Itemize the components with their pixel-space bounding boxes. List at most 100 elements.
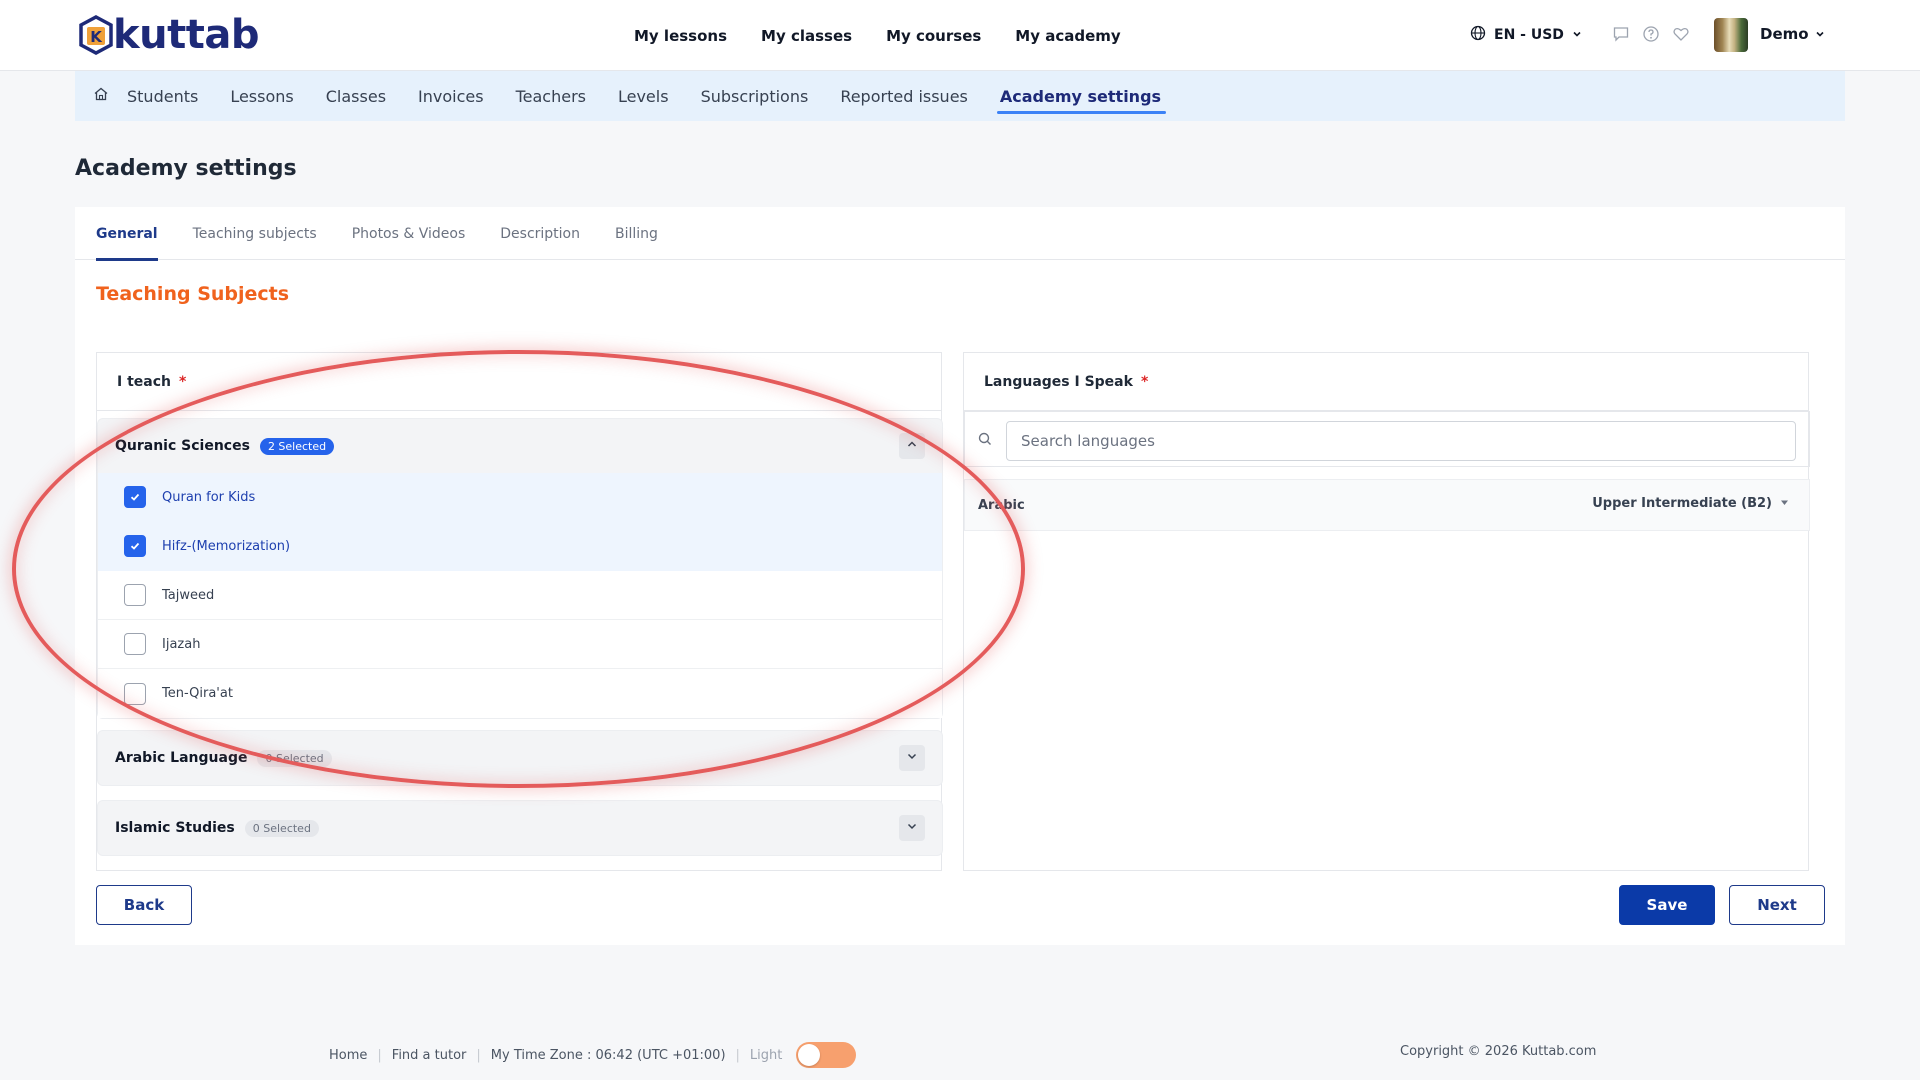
selected-count-badge: 2 Selected bbox=[259, 437, 335, 455]
selected-count-badge: 0 Selected bbox=[244, 819, 319, 837]
kuttab-logo[interactable]: K kuttab bbox=[77, 14, 259, 56]
expand-button[interactable] bbox=[899, 745, 925, 771]
nav-my-courses[interactable]: My courses bbox=[886, 27, 981, 45]
chevron-down-icon bbox=[1572, 27, 1582, 43]
checkbox[interactable] bbox=[124, 633, 146, 655]
tab-general[interactable]: General bbox=[96, 207, 158, 261]
chevron-down-icon bbox=[1815, 25, 1825, 43]
subject-label: Quran for Kids bbox=[162, 489, 256, 505]
next-button[interactable]: Next bbox=[1729, 885, 1825, 925]
languages-panel-header: Languages I Speak * bbox=[964, 353, 1808, 411]
search-input[interactable] bbox=[1006, 421, 1796, 461]
list-item[interactable]: Quran for Kids bbox=[98, 473, 942, 522]
section-title: Teaching Subjects bbox=[96, 283, 290, 305]
nav-my-academy[interactable]: My academy bbox=[1015, 27, 1120, 45]
subnav-subscriptions[interactable]: Subscriptions bbox=[701, 71, 809, 121]
logo-mark-icon: K bbox=[77, 15, 115, 55]
group-header[interactable]: Arabic Language 0 Selected bbox=[98, 731, 942, 785]
copyright-text: Copyright © 2026 Kuttab.com bbox=[1400, 1044, 1597, 1059]
nav-my-classes[interactable]: My classes bbox=[761, 27, 852, 45]
help-icon[interactable] bbox=[1642, 25, 1660, 43]
avatar[interactable] bbox=[1714, 18, 1748, 52]
list-item[interactable]: Ten-Qira'at bbox=[98, 669, 942, 718]
settings-tabs: General Teaching subjects Photos & Video… bbox=[75, 207, 1845, 261]
chat-icon[interactable] bbox=[1612, 25, 1630, 43]
group-header[interactable]: Islamic Studies 0 Selected bbox=[98, 801, 942, 855]
subnav-classes[interactable]: Classes bbox=[326, 71, 386, 121]
language-row: Arabic Upper Intermediate (B2) bbox=[964, 479, 1810, 531]
required-mark: * bbox=[178, 373, 187, 390]
subject-label: Ijazah bbox=[162, 636, 201, 652]
subnav-levels[interactable]: Levels bbox=[618, 71, 669, 121]
academy-subnav: Students Lessons Classes Invoices Teache… bbox=[75, 71, 1845, 121]
tab-billing[interactable]: Billing bbox=[615, 207, 658, 260]
home-link[interactable] bbox=[75, 86, 127, 106]
theme-toggle[interactable] bbox=[796, 1042, 857, 1068]
languages-panel: Languages I Speak * Arabic Upper Interme… bbox=[963, 352, 1810, 871]
group-header[interactable]: Quranic Sciences 2 Selected bbox=[98, 419, 942, 473]
list-item[interactable]: Hifz-(Memorization) bbox=[98, 522, 942, 571]
subnav-reported-issues[interactable]: Reported issues bbox=[840, 71, 968, 121]
user-menu[interactable]: Demo bbox=[1760, 25, 1825, 43]
back-button[interactable]: Back bbox=[96, 885, 192, 925]
separator: | bbox=[476, 1047, 481, 1063]
separator: | bbox=[377, 1047, 382, 1063]
main-nav: My lessons My classes My courses My acad… bbox=[634, 0, 1121, 71]
expand-button[interactable] bbox=[899, 815, 925, 841]
subnav-students[interactable]: Students bbox=[127, 71, 198, 121]
theme-label: Light bbox=[749, 1047, 783, 1063]
tab-teaching-subjects[interactable]: Teaching subjects bbox=[193, 207, 317, 260]
tab-description[interactable]: Description bbox=[500, 207, 580, 260]
language-level-value: Upper Intermediate (B2) bbox=[1592, 496, 1772, 511]
required-mark: * bbox=[1140, 373, 1149, 390]
group-name: Arabic Language bbox=[115, 750, 248, 766]
language-search-bar bbox=[964, 411, 1810, 467]
chevron-up-icon bbox=[906, 438, 918, 454]
chevron-down-icon bbox=[906, 820, 918, 836]
languages-label: Languages I Speak bbox=[984, 373, 1133, 390]
list-item[interactable]: Tajweed bbox=[98, 571, 942, 620]
subnav-invoices[interactable]: Invoices bbox=[418, 71, 484, 121]
subject-list: Quran for Kids Hifz-(Memorization) Tajwe… bbox=[98, 473, 942, 718]
subject-label: Hifz-(Memorization) bbox=[162, 538, 291, 554]
toggle-knob bbox=[798, 1044, 821, 1066]
subnav-teachers[interactable]: Teachers bbox=[516, 71, 586, 121]
subject-label: Tajweed bbox=[162, 587, 215, 603]
check-icon bbox=[130, 542, 140, 550]
subnav-academy-settings[interactable]: Academy settings bbox=[996, 71, 1167, 121]
teach-panel: I teach * Quranic Sciences 2 Selected Qu… bbox=[96, 352, 943, 871]
chevron-down-icon bbox=[906, 750, 918, 766]
list-item[interactable]: Ijazah bbox=[98, 620, 942, 669]
top-header: K kuttab My lessons My classes My course… bbox=[0, 0, 1920, 71]
teach-label: I teach bbox=[117, 373, 171, 390]
subject-group-arabic-language: Arabic Language 0 Selected bbox=[97, 730, 943, 786]
subnav-lessons[interactable]: Lessons bbox=[230, 71, 293, 121]
selected-count-badge: 0 Selected bbox=[257, 749, 332, 767]
subject-group-quranic-sciences: Quranic Sciences 2 Selected Quran for Ki… bbox=[97, 418, 943, 719]
collapse-button[interactable] bbox=[899, 433, 925, 459]
checkbox[interactable] bbox=[124, 535, 146, 557]
tab-photos-videos[interactable]: Photos & Videos bbox=[352, 207, 466, 260]
footer-find-tutor-link[interactable]: Find a tutor bbox=[392, 1048, 467, 1063]
save-button[interactable]: Save bbox=[1619, 885, 1715, 925]
user-name: Demo bbox=[1760, 25, 1809, 43]
separator: | bbox=[735, 1047, 740, 1063]
svg-text:K: K bbox=[90, 28, 103, 46]
heart-icon[interactable] bbox=[1672, 25, 1690, 43]
nav-my-lessons[interactable]: My lessons bbox=[634, 27, 727, 45]
logo-text: kuttab bbox=[113, 12, 259, 58]
teach-panel-header: I teach * bbox=[97, 353, 941, 411]
subject-group-islamic-studies: Islamic Studies 0 Selected bbox=[97, 800, 943, 856]
checkbox[interactable] bbox=[124, 486, 146, 508]
settings-card: General Teaching subjects Photos & Video… bbox=[75, 207, 1845, 945]
language-level-select[interactable]: Upper Intermediate (B2) bbox=[1592, 496, 1789, 511]
language-currency-label: EN - USD bbox=[1494, 27, 1564, 43]
checkbox[interactable] bbox=[124, 584, 146, 606]
language-currency-selector[interactable]: EN - USD bbox=[1470, 25, 1582, 45]
group-name: Quranic Sciences bbox=[115, 438, 250, 454]
timezone-text: My Time Zone : 06:42 (UTC +01:00) bbox=[490, 1047, 726, 1063]
subject-label: Ten-Qira'at bbox=[162, 686, 233, 701]
footer-home-link[interactable]: Home bbox=[329, 1048, 367, 1063]
checkbox[interactable] bbox=[124, 682, 146, 705]
home-icon bbox=[93, 86, 109, 106]
